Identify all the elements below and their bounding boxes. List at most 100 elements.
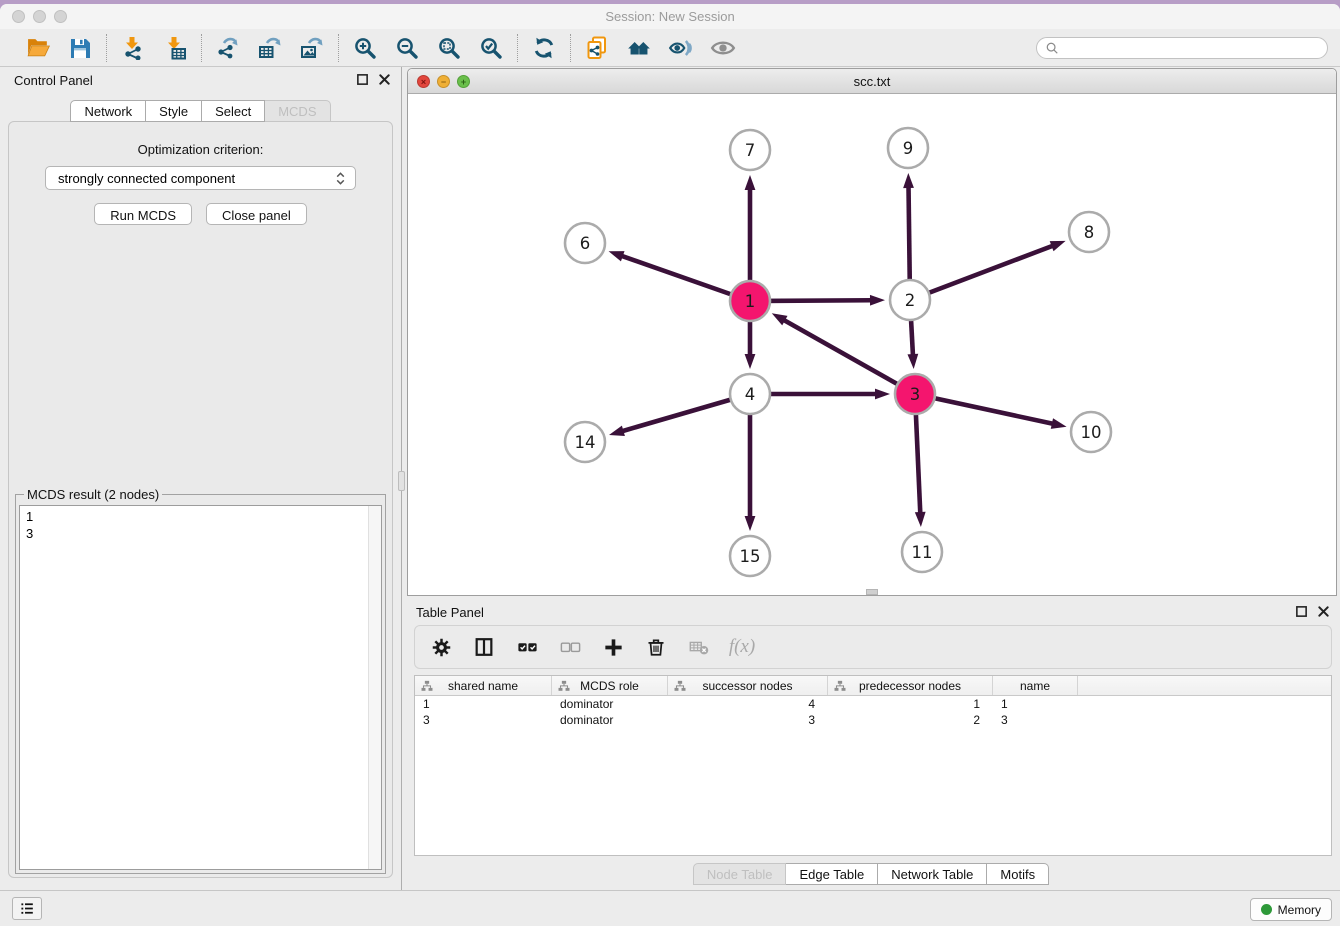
graph-node[interactable]: 2 bbox=[890, 280, 930, 320]
mcds-result-list[interactable]: 13 bbox=[19, 505, 382, 870]
network-window-title: scc.txt bbox=[408, 74, 1336, 89]
export-image-icon[interactable] bbox=[299, 35, 325, 61]
graph-edge[interactable] bbox=[910, 246, 1053, 300]
svg-text:2: 2 bbox=[905, 291, 916, 310]
task-history-button[interactable] bbox=[12, 897, 42, 920]
apply-layout-icon[interactable] bbox=[531, 35, 557, 61]
graph-edge-arrow bbox=[745, 175, 756, 190]
canvas-resize-handle[interactable] bbox=[866, 589, 878, 595]
zoom-out-icon[interactable] bbox=[394, 35, 420, 61]
graph-node[interactable]: 3 bbox=[895, 374, 935, 414]
export-table-icon[interactable] bbox=[257, 35, 283, 61]
deselect-all-check-icon[interactable] bbox=[558, 635, 582, 659]
save-session-icon[interactable] bbox=[67, 35, 93, 61]
zoom-in-icon[interactable] bbox=[352, 35, 378, 61]
run-mcds-button[interactable]: Run MCDS bbox=[94, 203, 192, 225]
column-header-name[interactable]: name bbox=[993, 676, 1078, 695]
close-panel-icon[interactable] bbox=[1317, 605, 1330, 618]
import-network-icon[interactable] bbox=[120, 35, 146, 61]
delete-column-icon[interactable] bbox=[644, 635, 668, 659]
graph-node[interactable]: 15 bbox=[730, 536, 770, 576]
svg-text:14: 14 bbox=[575, 433, 596, 452]
table-row[interactable]: 1dominator411 bbox=[415, 696, 1331, 712]
column-header-shared-name[interactable]: shared name bbox=[415, 676, 552, 695]
close-panel-icon[interactable] bbox=[378, 73, 391, 86]
svg-text:11: 11 bbox=[912, 543, 933, 562]
node-attribute-table: shared nameMCDS rolesuccessor nodesprede… bbox=[414, 675, 1332, 856]
graph-edge[interactable] bbox=[784, 320, 915, 394]
tab-select[interactable]: Select bbox=[202, 100, 265, 122]
panel-splitter-handle[interactable] bbox=[398, 471, 405, 491]
zoom-selected-icon[interactable] bbox=[478, 35, 504, 61]
open-session-icon[interactable] bbox=[25, 35, 51, 61]
mcds-panel: Optimization criterion: strongly connect… bbox=[8, 121, 393, 878]
column-header-successor-nodes[interactable]: successor nodes bbox=[668, 676, 828, 695]
graph-node[interactable]: 1 bbox=[730, 281, 770, 321]
tab-node-table[interactable]: Node Table bbox=[693, 863, 787, 885]
list-icon bbox=[19, 900, 36, 917]
column-header-predecessor-nodes[interactable]: predecessor nodes bbox=[828, 676, 993, 695]
control-panel: Control Panel NetworkStyleSelectMCDS Opt… bbox=[0, 67, 402, 890]
function-builder-icon: f(x) bbox=[730, 635, 754, 659]
graph-node[interactable]: 8 bbox=[1069, 212, 1109, 252]
graph-node[interactable]: 9 bbox=[888, 128, 928, 168]
tab-motifs[interactable]: Motifs bbox=[987, 863, 1049, 885]
table-panel-title: Table Panel bbox=[416, 605, 484, 620]
tab-mcds[interactable]: MCDS bbox=[265, 100, 330, 122]
mcds-result-title: MCDS result (2 nodes) bbox=[24, 487, 162, 502]
graph-node[interactable]: 14 bbox=[565, 422, 605, 462]
graph-edge-arrow bbox=[915, 512, 926, 527]
table-panel: Table Panel bbox=[402, 599, 1340, 890]
svg-text:1: 1 bbox=[745, 292, 756, 311]
table-cell: 3 bbox=[415, 712, 552, 728]
mcds-result-item: 1 bbox=[26, 508, 381, 525]
network-window-titlebar: × − + scc.txt bbox=[408, 69, 1336, 94]
search-input[interactable] bbox=[1064, 41, 1319, 55]
graph-node[interactable]: 7 bbox=[730, 130, 770, 170]
zoom-fit-icon[interactable] bbox=[436, 35, 462, 61]
mcds-result-scrollbar[interactable] bbox=[368, 506, 381, 869]
close-panel-button[interactable]: Close panel bbox=[206, 203, 307, 225]
graph-node[interactable]: 11 bbox=[902, 532, 942, 572]
graph-node[interactable]: 10 bbox=[1071, 412, 1111, 452]
search-field[interactable] bbox=[1036, 37, 1328, 59]
table-cell: 3 bbox=[668, 712, 828, 728]
show-all-networks-icon[interactable] bbox=[626, 35, 652, 61]
network-canvas[interactable]: 1 2 3 4 6 7 8 9 10 11 14 15 bbox=[408, 94, 1336, 595]
graph-edge-arrow bbox=[772, 313, 788, 325]
export-network-icon[interactable] bbox=[215, 35, 241, 61]
table-cell: dominator bbox=[552, 712, 668, 728]
float-panel-icon[interactable] bbox=[1295, 605, 1308, 618]
table-cell: 3 bbox=[993, 712, 1078, 728]
table-options-icon[interactable] bbox=[429, 635, 453, 659]
tab-style[interactable]: Style bbox=[146, 100, 202, 122]
add-column-icon[interactable] bbox=[601, 635, 625, 659]
memory-status-icon bbox=[1261, 904, 1272, 915]
memory-button[interactable]: Memory bbox=[1250, 898, 1332, 921]
control-panel-tabs: NetworkStyleSelectMCDS bbox=[0, 100, 401, 122]
graph-edge-arrow bbox=[609, 426, 625, 436]
graph-edge-arrow bbox=[1051, 418, 1067, 429]
table-row[interactable]: 3dominator323 bbox=[415, 712, 1331, 728]
select-stepper-icon bbox=[333, 171, 348, 186]
graph-node[interactable]: 4 bbox=[730, 374, 770, 414]
table-cell: 2 bbox=[828, 712, 993, 728]
graph-edge-arrow bbox=[1050, 241, 1066, 251]
tab-network-table[interactable]: Network Table bbox=[878, 863, 987, 885]
mcds-result-box: MCDS result (2 nodes) 13 bbox=[15, 494, 386, 874]
hide-graphics-details-icon[interactable] bbox=[668, 35, 694, 61]
show-column-icon[interactable] bbox=[472, 635, 496, 659]
import-table-icon[interactable] bbox=[162, 35, 188, 61]
show-graphics-details-icon[interactable] bbox=[710, 35, 736, 61]
svg-text:4: 4 bbox=[745, 385, 756, 404]
table-body: 1dominator4113dominator323 bbox=[415, 696, 1331, 728]
graph-node[interactable]: 6 bbox=[565, 223, 605, 263]
column-header-mcds-role[interactable]: MCDS role bbox=[552, 676, 668, 695]
clone-network-icon[interactable] bbox=[584, 35, 610, 61]
tab-edge-table[interactable]: Edge Table bbox=[786, 863, 878, 885]
float-panel-icon[interactable] bbox=[356, 73, 369, 86]
criterion-select[interactable]: strongly connected component bbox=[45, 166, 356, 190]
tab-network[interactable]: Network bbox=[70, 100, 146, 122]
svg-text:6: 6 bbox=[580, 234, 591, 253]
select-all-check-icon[interactable] bbox=[515, 635, 539, 659]
